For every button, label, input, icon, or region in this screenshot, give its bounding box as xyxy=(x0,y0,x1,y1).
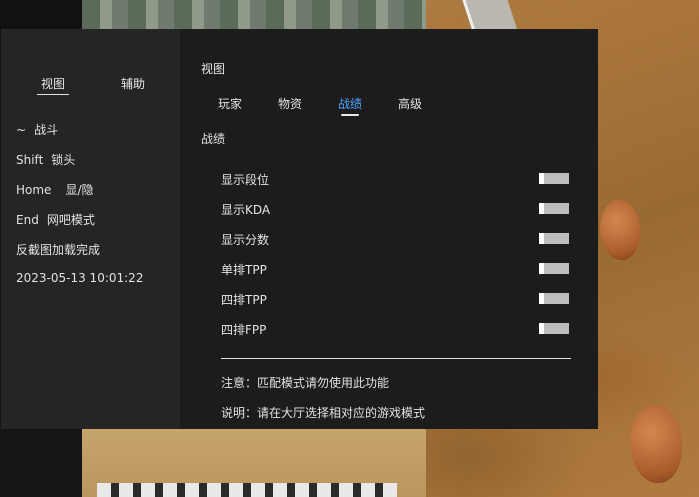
divider xyxy=(221,358,571,359)
option-label: 四排FPP xyxy=(221,323,267,337)
tab-records[interactable]: 战绩 xyxy=(338,95,362,116)
solo-tpp-toggle[interactable] xyxy=(539,263,569,274)
toggle-knob xyxy=(539,263,544,274)
tab-advanced[interactable]: 高级 xyxy=(398,95,422,112)
squad-fpp-toggle[interactable] xyxy=(539,323,569,334)
option-row: 显示KDA xyxy=(221,199,571,219)
hotkey-action: 战斗 xyxy=(34,123,59,137)
option-row: 四排TPP xyxy=(221,289,571,309)
main-panel: 视图 玩家 物资 战绩 高级 战绩 显示段位 显示KDA 显示分数 单排TPP … xyxy=(180,29,598,429)
section-title: 战绩 xyxy=(201,132,226,146)
status-text: 反截图加载完成 xyxy=(16,243,101,257)
hotkey-row: End 网吧模式 xyxy=(16,211,95,228)
squad-tpp-toggle[interactable] xyxy=(539,293,569,304)
hotkey-row: Home 显/隐 xyxy=(16,181,93,198)
hotkey-action: 显/隐 xyxy=(65,183,94,197)
page-title: 视图 xyxy=(201,62,226,76)
hotkey-action: 网吧模式 xyxy=(46,213,95,227)
option-label: 显示分数 xyxy=(221,233,270,247)
instruction-note: 说明：请在大厅选择相对应的游戏模式 xyxy=(221,406,426,420)
show-kda-toggle[interactable] xyxy=(539,203,569,214)
toggle-knob xyxy=(539,323,544,334)
show-score-toggle[interactable] xyxy=(539,233,569,244)
show-rank-toggle[interactable] xyxy=(539,173,569,184)
sidebar: 视图 辅助 ~ 战斗 Shift 锁头 Home 显/隐 End 网吧模式 反截图加载完… xyxy=(1,29,180,429)
option-row: 单排TPP xyxy=(221,259,571,279)
cheat-menu-window: 视图 辅助 ~ 战斗 Shift 锁头 Home 显/隐 End 网吧模式 反截图加载完… xyxy=(1,29,598,429)
datetime-text: 2023-05-13 10:01:22 xyxy=(16,271,144,285)
option-row: 显示段位 xyxy=(221,169,571,189)
background-rock xyxy=(600,200,640,260)
background-vehicle xyxy=(97,483,397,497)
option-label: 显示KDA xyxy=(221,203,271,217)
hotkey-key: End xyxy=(16,213,39,227)
hotkey-row: Shift 锁头 xyxy=(16,151,75,168)
hotkey-action: 锁头 xyxy=(51,153,76,167)
option-row: 显示分数 xyxy=(221,229,571,249)
option-label: 单排TPP xyxy=(221,263,267,277)
toggle-knob xyxy=(539,233,544,244)
tab-supplies[interactable]: 物资 xyxy=(278,95,302,112)
hotkey-row: ~ 战斗 xyxy=(16,121,58,138)
toggle-knob xyxy=(539,293,544,304)
tab-players[interactable]: 玩家 xyxy=(218,95,242,112)
option-label: 显示段位 xyxy=(221,173,270,187)
hotkey-key: Home xyxy=(16,183,52,197)
sidebar-tab-view[interactable]: 视图 xyxy=(37,75,70,95)
hotkey-key: ~ xyxy=(16,123,27,137)
option-label: 四排TPP xyxy=(221,293,267,307)
sidebar-tab-assist[interactable]: 辅助 xyxy=(121,75,145,92)
option-row: 四排FPP xyxy=(221,319,571,339)
background-rock xyxy=(630,405,682,483)
background-buildings xyxy=(82,0,426,30)
toggle-knob xyxy=(539,173,544,184)
warning-note: 注意：匹配模式请勿使用此功能 xyxy=(221,376,390,390)
hotkey-key: Shift xyxy=(16,153,44,167)
toggle-knob xyxy=(539,203,544,214)
